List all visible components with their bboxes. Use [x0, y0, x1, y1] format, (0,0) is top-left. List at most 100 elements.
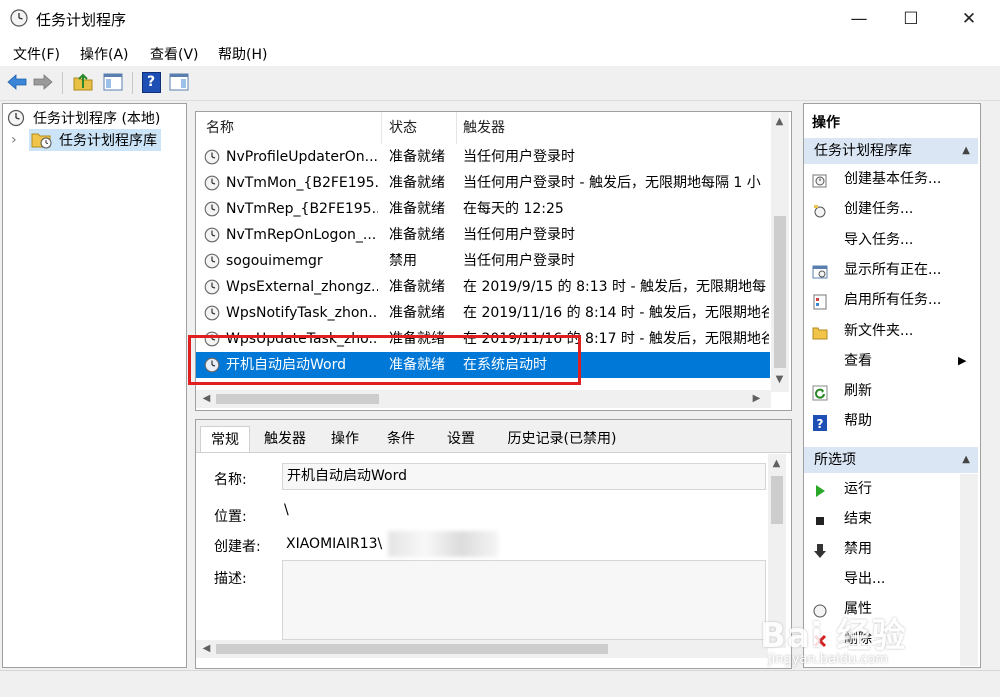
section-header-library[interactable]: 任务计划程序库 ▲: [804, 138, 978, 164]
task-name-cell: NvProfileUpdaterOn...: [226, 149, 378, 165]
table-row[interactable]: NvProfileUpdaterOn... 准备就绪 当任何用户登录时: [196, 144, 770, 170]
column-header-name[interactable]: 名称: [206, 112, 234, 144]
table-row[interactable]: WpsNotifyTask_zhon... 准备就绪 在 2019/11/16 的 …: [196, 300, 770, 326]
minimize-button[interactable]: —: [836, 0, 882, 38]
scroll-left-arrow-icon[interactable]: ◀: [198, 393, 215, 404]
task-name-cell: NvTmRepOnLogon_...: [226, 227, 377, 243]
task-trigger-cell: 在 2019/11/16 的 8:14 时 - 触发后，无限期地谷: [463, 305, 769, 321]
column-divider[interactable]: [456, 112, 457, 144]
task-trigger-cell: 当任何用户登录时: [463, 253, 575, 269]
console-tree: 任务计划程序 (本地) › 任务计划程序库: [2, 103, 187, 668]
action-item[interactable]: 显示所有正在...: [804, 256, 978, 284]
collapse-arrow-icon[interactable]: ▲: [962, 138, 970, 164]
help-icon[interactable]: ?: [140, 71, 162, 93]
scroll-down-arrow-icon[interactable]: ▼: [771, 374, 788, 385]
task-name-cell: WpsExternal_zhongz...: [226, 279, 378, 295]
section-header-label: 所选项: [814, 452, 856, 468]
status-bar: [0, 670, 1000, 697]
submenu-arrow-icon: ▶: [958, 353, 967, 367]
task-clock-icon: [204, 253, 220, 269]
column-header-status[interactable]: 状态: [389, 112, 417, 144]
task-scheduler-clock-icon: [10, 9, 28, 27]
action-item[interactable]: 禁用: [804, 535, 978, 563]
column-divider[interactable]: [381, 112, 382, 144]
scroll-up-arrow-icon[interactable]: ▲: [771, 116, 788, 127]
tree-item-task-scheduler-library[interactable]: › 任务计划程序库: [11, 129, 161, 151]
tab-triggers[interactable]: 触发器: [254, 426, 316, 452]
table-row[interactable]: NvTmRepOnLogon_... 准备就绪 当任何用户登录时: [196, 222, 770, 248]
scrollbar-thumb[interactable]: [774, 216, 786, 368]
list-horizontal-scrollbar[interactable]: ◀ ▶: [196, 390, 771, 408]
running-tasks-icon: [812, 262, 828, 279]
name-field[interactable]: 开机自动启动Word: [282, 463, 766, 490]
clock-icon: [7, 109, 25, 127]
tab-conditions[interactable]: 条件: [376, 426, 426, 452]
actions-scrollbar[interactable]: [960, 474, 978, 666]
scroll-up-arrow-icon[interactable]: ▲: [768, 458, 785, 469]
task-trigger-cell: 在 2019/9/15 的 8:13 时 - 触发后，无限期地每: [463, 279, 766, 295]
task-status-cell: 准备就绪: [389, 201, 445, 217]
collapse-arrow-icon[interactable]: ▲: [962, 447, 970, 473]
detail-horizontal-scrollbar[interactable]: ◀: [196, 640, 768, 658]
table-row[interactable]: sogouimemgr 禁用 当任何用户登录时: [196, 248, 770, 274]
up-folder-icon[interactable]: [72, 71, 94, 93]
action-item[interactable]: 新文件夹...: [804, 317, 978, 345]
forward-arrow-icon[interactable]: [32, 71, 54, 93]
menu-action[interactable]: 操作(A): [80, 44, 129, 64]
menu-view[interactable]: 查看(V): [150, 44, 199, 64]
column-header-trigger[interactable]: 触发器: [463, 112, 505, 144]
action-item[interactable]: 启用所有任务...: [804, 286, 978, 314]
scroll-left-arrow-icon[interactable]: ◀: [198, 643, 215, 654]
table-row[interactable]: WpsExternal_zhongz... 准备就绪 在 2019/9/15 的 8…: [196, 274, 770, 300]
create-basic-task-icon: [812, 171, 828, 188]
tab-history[interactable]: 历史记录(已禁用): [496, 426, 628, 452]
section-header-selected-item[interactable]: 所选项 ▲: [804, 447, 978, 473]
action-item[interactable]: 导出...: [804, 565, 978, 593]
action-item[interactable]: 创建任务...: [804, 195, 978, 223]
help-icon: ?: [812, 413, 828, 432]
list-vertical-scrollbar[interactable]: ▲ ▼: [771, 112, 789, 392]
table-row[interactable]: NvTmRep_{B2FE195... 准备就绪 在每天的 12:25: [196, 196, 770, 222]
name-label: 名称:: [214, 472, 247, 488]
watermark-url: jingyan.baidu.com: [768, 652, 888, 667]
action-item[interactable]: 查看 ▶: [804, 347, 978, 375]
menu-help[interactable]: 帮助(H): [218, 44, 267, 64]
maximize-button[interactable]: ☐: [888, 0, 934, 38]
task-trigger-cell: 当任何用户登录时: [463, 149, 575, 165]
expand-chevron-icon[interactable]: ›: [11, 132, 25, 148]
action-item[interactable]: ? 帮助: [804, 407, 978, 435]
close-button[interactable]: ✕: [946, 0, 992, 38]
title-bar: 任务计划程序 — ☐ ✕: [0, 0, 1000, 38]
tree-item-task-scheduler-local[interactable]: 任务计划程序 (本地): [7, 107, 160, 129]
folder-icon: [812, 323, 828, 339]
action-item[interactable]: 运行: [804, 475, 978, 503]
show-hide-action-pane-icon[interactable]: [168, 71, 190, 93]
menu-bar: 文件(F) 操作(A) 查看(V) 帮助(H): [0, 38, 1000, 66]
task-clock-icon: [204, 175, 220, 191]
author-value: XIAOMIAIR13\: [286, 536, 383, 552]
task-clock-icon: [204, 305, 220, 321]
tab-actions[interactable]: 操作: [320, 426, 370, 452]
description-field[interactable]: [282, 560, 766, 640]
table-row[interactable]: NvTmMon_{B2FE195... 准备就绪 当任何用户登录时 - 触发后，无限…: [196, 170, 770, 196]
scrollbar-thumb[interactable]: [216, 394, 379, 404]
action-label: 运行: [844, 481, 872, 497]
annotation-highlight-box: [188, 335, 581, 385]
tab-settings[interactable]: 设置: [436, 426, 486, 452]
show-hide-console-tree-icon[interactable]: [102, 71, 124, 93]
action-label: 结束: [844, 511, 872, 527]
action-item[interactable]: 创建基本任务...: [804, 165, 978, 193]
menu-file[interactable]: 文件(F): [13, 44, 60, 64]
action-item[interactable]: 结束: [804, 505, 978, 533]
tab-general[interactable]: 常规: [200, 426, 250, 453]
disable-icon: [812, 541, 828, 558]
task-name-cell: NvTmMon_{B2FE195...: [226, 175, 378, 191]
action-item[interactable]: 导入任务...: [804, 226, 978, 254]
scrollbar-thumb[interactable]: [216, 644, 608, 654]
action-item[interactable]: 刷新: [804, 377, 978, 405]
scrollbar-thumb[interactable]: [771, 476, 783, 524]
scrollbar-thumb[interactable]: [963, 478, 975, 638]
scroll-right-arrow-icon[interactable]: ▶: [748, 393, 765, 404]
back-arrow-icon[interactable]: [6, 71, 28, 93]
folder-clock-icon: [31, 133, 52, 149]
